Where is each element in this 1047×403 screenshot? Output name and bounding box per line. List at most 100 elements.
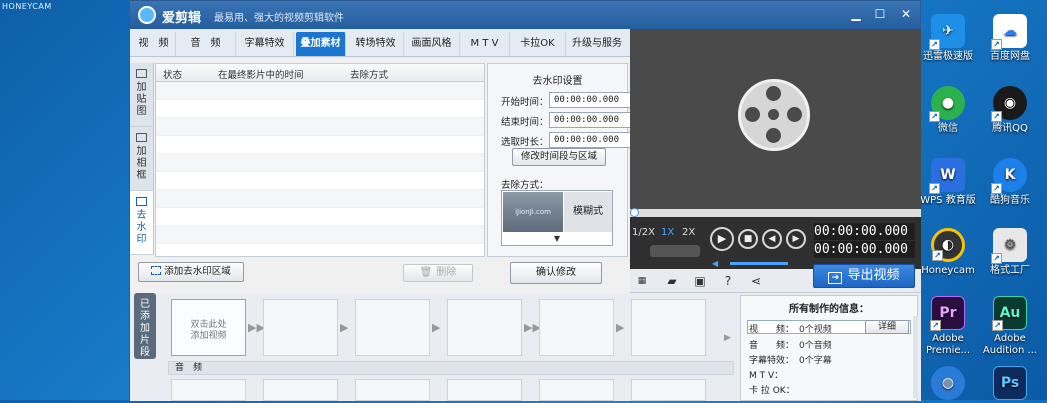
honeycam-icon: ◐ ↗	[931, 228, 965, 262]
side-tab-remove-watermark[interactable]: 去水印	[130, 191, 154, 255]
next-frame-button[interactable]: ▶	[786, 229, 806, 249]
timeline-progress-bar[interactable]	[630, 208, 921, 217]
audio-slot[interactable]	[355, 379, 430, 401]
audio-slot[interactable]	[539, 379, 614, 401]
detail-button[interactable]: 详细	[865, 320, 909, 334]
info-subtitle-value: 0个字幕	[799, 356, 832, 366]
table-body	[156, 82, 484, 262]
watermark-list-table: 状态 在最终影片中的时间 去除方式	[155, 63, 485, 262]
desktop-icon-audition[interactable]: Au ↗ Adobe Audition ...	[978, 296, 1042, 357]
side-tab-label: 去水印	[136, 210, 147, 245]
info-audio-label: 音 频：	[749, 341, 795, 351]
format-factory-icon: ⚙ ↗	[991, 228, 1027, 264]
audio-slot[interactable]	[447, 379, 522, 401]
table-row	[156, 118, 484, 136]
info-scrollbar[interactable]	[913, 316, 918, 398]
desktop-icon-premiere[interactable]: Pr ↗ Adobe Premie...	[916, 296, 980, 357]
tab-mtv[interactable]: M T V	[460, 32, 510, 56]
desktop-icon-honeycam[interactable]: ◐ ↗ Honeycam	[916, 228, 980, 277]
prev-frame-button[interactable]: ◀	[762, 229, 782, 249]
clip-slot[interactable]	[631, 299, 706, 356]
clip-area: 已添加片段 双击此处添加视频 ▶▶ ▶ ▶ ▶▶ ▶ ▶ 音 频 所有制作的信息…	[130, 293, 921, 401]
table-row	[156, 172, 484, 190]
audio-slot[interactable]	[171, 379, 246, 401]
kugou-icon: K ↗	[991, 158, 1027, 194]
tab-overlay-materials[interactable]: 叠加素材	[296, 32, 346, 56]
baidu-netdisk-icon: ☁ ↗	[991, 14, 1027, 50]
tab-audio[interactable]: 音 频	[176, 32, 236, 56]
desktop-icon-qq[interactable]: ◉ ↗ 腾讯QQ	[978, 86, 1042, 135]
speed-double[interactable]: 2X	[682, 227, 695, 238]
speed-half[interactable]: 1/2X	[632, 227, 655, 238]
export-video-button[interactable]: ➔ 导出视频	[813, 264, 915, 288]
start-time-input[interactable]: 00:00:00.000	[549, 92, 641, 108]
wechat-icon: ● ↗	[929, 86, 965, 122]
stop-button[interactable]: ■	[738, 229, 758, 249]
desktop-icon-label: 格式工厂	[990, 265, 1030, 276]
removal-method-select[interactable]: iJionJi.com 模糊式 ▼	[501, 190, 613, 246]
desktop-icon-photoshop[interactable]: Ps	[978, 366, 1042, 403]
start-time-label: 开始时间：	[501, 97, 549, 108]
audio-track-label: 音 频	[168, 361, 734, 375]
table-row	[156, 82, 484, 100]
table-row	[156, 154, 484, 172]
desktop-icon-kugou[interactable]: K ↗ 酷狗音乐	[978, 158, 1042, 207]
chevron-down-icon[interactable]: ▼	[502, 233, 612, 245]
desktop-icon-label: 腾讯QQ	[992, 123, 1028, 134]
desktop-icon-format-factory[interactable]: ⚙ ↗ 格式工厂	[978, 228, 1042, 277]
minimize-button[interactable]: ▁	[846, 5, 866, 23]
desktop-icon-browser[interactable]: ◍	[916, 366, 980, 403]
progress-handle[interactable]	[630, 208, 639, 217]
desktop-icon-wps[interactable]: W ↗ WPS 教育版	[916, 158, 980, 207]
clip-slot[interactable]	[355, 299, 430, 356]
duration-input[interactable]: 00:00:00.000	[549, 132, 641, 148]
share-icon[interactable]: ⋖	[748, 273, 764, 289]
open-folder-icon[interactable]: ▰	[664, 273, 680, 289]
clip-arrow-icon: ▶	[340, 321, 349, 334]
tab-upgrade-service[interactable]: 升级与服务	[566, 32, 628, 56]
audio-slot[interactable]	[263, 379, 338, 401]
info-video-value: 0个视频	[799, 325, 832, 335]
clip-slot-empty[interactable]: 双击此处添加视频	[171, 299, 246, 356]
help-icon[interactable]: ?	[720, 273, 736, 289]
add-clip-icon[interactable]: ▦	[634, 273, 650, 289]
side-tab-add-sticker[interactable]: 加贴图	[130, 63, 154, 127]
maximize-button[interactable]: ☐	[870, 5, 890, 23]
volume-slider[interactable]	[730, 262, 788, 265]
clip-slot[interactable]	[447, 299, 522, 356]
tab-transition-effects[interactable]: 转场特效	[348, 32, 404, 56]
jog-wheel[interactable]	[650, 245, 700, 257]
honeycam-watermark: HONEYCAM	[2, 2, 52, 11]
add-video-hint: 双击此处添加视频	[190, 320, 227, 341]
tab-subtitle-effects[interactable]: 字幕特效	[236, 32, 294, 56]
main-tabs: 视 频 音 频 字幕特效 叠加素材 转场特效 画面风格 M T V 卡拉OK 升…	[130, 29, 630, 57]
volume-icon[interactable]: ◀	[712, 259, 720, 268]
add-watermark-area-button[interactable]: 添加去水印区域	[138, 262, 244, 282]
speed-normal[interactable]: 1X	[661, 227, 674, 238]
confirm-modify-button[interactable]: 确认修改	[510, 262, 602, 284]
modify-time-area-button[interactable]: 修改时间段与区域	[512, 148, 606, 166]
end-time-input[interactable]: 00:00:00.000	[549, 112, 641, 128]
desktop-icon-xunlei[interactable]: ✈ ↗ 迅雷极速版	[916, 14, 980, 63]
tab-karaoke[interactable]: 卡拉OK	[510, 32, 566, 56]
audio-slot[interactable]	[631, 379, 706, 401]
delete-button[interactable]: 🗑 删除	[403, 264, 473, 282]
clip-slot[interactable]	[539, 299, 614, 356]
production-info-panel: 所有制作的信息： 视 频： 0个视频 详细 音 频： 0个音频 字幕特效： 0个…	[740, 295, 918, 401]
desktop-icon-baidu[interactable]: ☁ ↗ 百度网盘	[978, 14, 1042, 63]
info-title: 所有制作的信息：	[789, 304, 869, 315]
close-button[interactable]: ✕	[896, 5, 916, 23]
title-bar[interactable]: 爱剪辑 最易用、强大的视频剪辑软件 ▁ ☐ ✕	[130, 1, 920, 29]
play-button[interactable]: ▶	[710, 227, 734, 251]
app-window: 爱剪辑 最易用、强大的视频剪辑软件 ▁ ☐ ✕ 视 频 音 频 字幕特效 叠加素…	[129, 0, 921, 401]
sticker-icon	[136, 69, 147, 78]
desktop-icon-wechat[interactable]: ● ↗ 微信	[916, 86, 980, 135]
clip-slot[interactable]	[263, 299, 338, 356]
video-preview[interactable]	[630, 29, 921, 219]
scroll-right-icon[interactable]: ▶	[724, 333, 731, 343]
side-tab-add-frame[interactable]: 加相框	[130, 127, 154, 191]
tab-picture-style[interactable]: 画面风格	[404, 32, 460, 56]
tab-video[interactable]: 视 频	[132, 32, 176, 56]
app-logo-icon	[138, 6, 156, 24]
save-icon[interactable]: ▣	[692, 273, 708, 289]
